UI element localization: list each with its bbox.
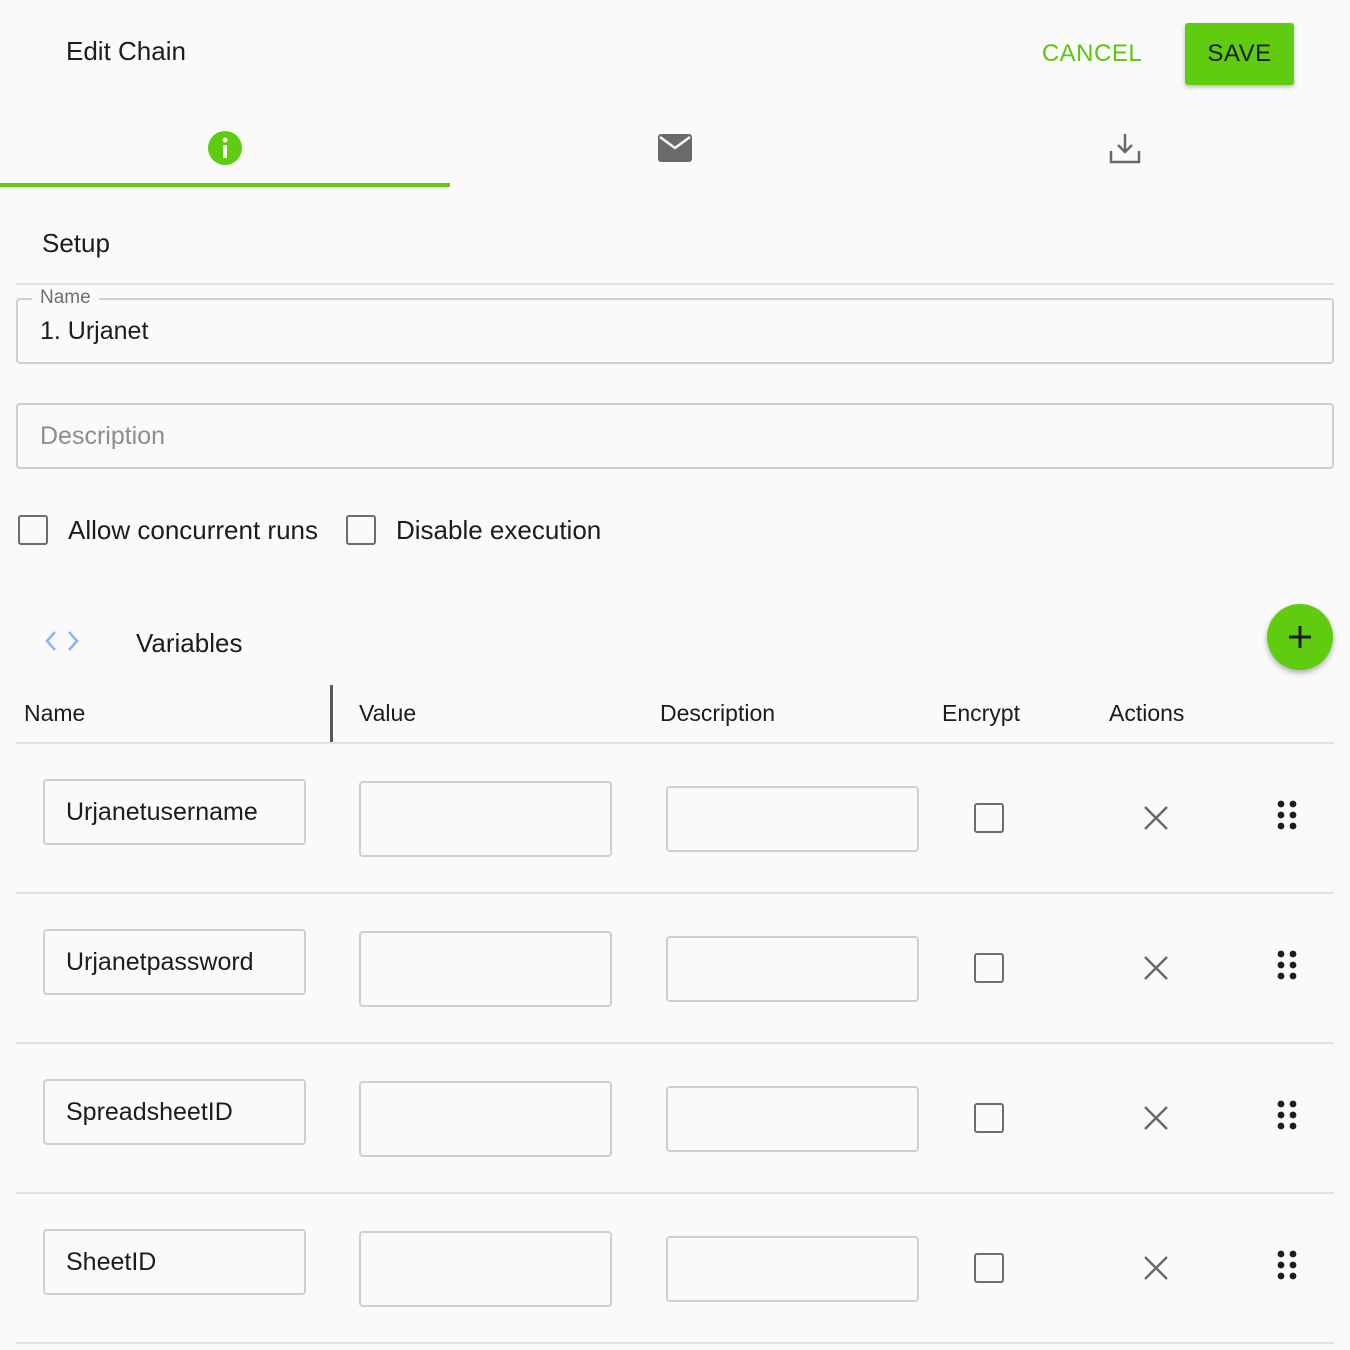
close-icon xyxy=(1144,1106,1168,1130)
variable-description-input[interactable] xyxy=(666,936,919,1002)
description-field xyxy=(16,403,1334,469)
encrypt-checkbox[interactable] xyxy=(974,1253,1004,1283)
table-row xyxy=(16,1194,1334,1344)
code-icon xyxy=(45,631,79,651)
drag-handle-icon xyxy=(1277,950,1297,980)
column-header-actions: Actions xyxy=(1109,700,1185,726)
disable-execution-checkbox[interactable] xyxy=(346,515,376,545)
variable-value-input[interactable] xyxy=(359,1231,612,1307)
variable-name-input[interactable] xyxy=(43,929,306,995)
variable-description-input[interactable] xyxy=(666,1086,919,1152)
delete-variable-button[interactable] xyxy=(1138,1100,1174,1136)
name-input[interactable] xyxy=(40,300,1310,362)
close-icon xyxy=(1144,806,1168,830)
description-input[interactable] xyxy=(40,405,1310,467)
tab-info[interactable] xyxy=(0,108,450,188)
encrypt-checkbox[interactable] xyxy=(974,803,1004,833)
delete-variable-button[interactable] xyxy=(1138,950,1174,986)
variable-name-input[interactable] xyxy=(43,1079,306,1145)
variable-name-input[interactable] xyxy=(43,779,306,845)
variable-name-input[interactable] xyxy=(43,1229,306,1295)
setup-title: Setup xyxy=(42,228,110,258)
disable-execution-option[interactable]: Disable execution xyxy=(346,515,601,546)
table-row xyxy=(16,894,1334,1044)
allow-concurrent-runs-checkbox[interactable] xyxy=(18,515,48,545)
encrypt-checkbox[interactable] xyxy=(974,953,1004,983)
variable-description-input[interactable] xyxy=(666,1236,919,1302)
drag-handle[interactable] xyxy=(1274,948,1300,982)
drag-handle[interactable] xyxy=(1274,1248,1300,1282)
name-field: Name xyxy=(16,287,1334,364)
plus-icon xyxy=(1289,626,1311,648)
variable-value-input[interactable] xyxy=(359,1081,612,1157)
drag-handle-icon xyxy=(1277,1100,1297,1130)
delete-variable-button[interactable] xyxy=(1138,800,1174,836)
save-button[interactable]: SAVE xyxy=(1185,23,1294,85)
dialog-title: Edit Chain xyxy=(66,36,186,66)
variable-value-input[interactable] xyxy=(359,931,612,1007)
drag-handle[interactable] xyxy=(1274,798,1300,832)
setup-divider xyxy=(16,283,1334,285)
close-icon xyxy=(1144,1256,1168,1280)
drag-handle[interactable] xyxy=(1274,1098,1300,1132)
add-variable-button[interactable] xyxy=(1267,604,1333,670)
column-header-description: Description xyxy=(660,700,776,726)
options-row: Allow concurrent runs Disable execution xyxy=(18,512,629,548)
variable-description-input[interactable] xyxy=(666,786,919,852)
column-resize-handle[interactable] xyxy=(330,685,333,742)
disable-execution-label: Disable execution xyxy=(396,514,602,545)
variables-header: Variables xyxy=(0,600,1350,680)
column-header-encrypt: Encrypt xyxy=(942,700,1020,726)
delete-variable-button[interactable] xyxy=(1138,1250,1174,1286)
column-header-value: Value xyxy=(359,700,417,726)
allow-concurrent-runs-label: Allow concurrent runs xyxy=(68,514,318,545)
info-icon xyxy=(208,131,242,165)
column-header-name[interactable]: Name xyxy=(24,700,85,727)
tab-bar xyxy=(0,108,1350,188)
tab-notifications[interactable] xyxy=(450,108,900,188)
drag-handle-icon xyxy=(1277,800,1297,830)
variables-title: Variables xyxy=(136,628,243,658)
active-tab-indicator xyxy=(0,183,450,187)
table-row xyxy=(16,1044,1334,1194)
tab-export[interactable] xyxy=(900,108,1350,188)
encrypt-checkbox[interactable] xyxy=(974,1103,1004,1133)
variable-value-input[interactable] xyxy=(359,781,612,857)
close-icon xyxy=(1144,956,1168,980)
drag-handle-icon xyxy=(1277,1250,1297,1280)
allow-concurrent-runs-option[interactable]: Allow concurrent runs xyxy=(18,515,318,546)
dialog-header: Edit Chain CANCEL SAVE xyxy=(0,0,1350,108)
mail-icon xyxy=(658,134,692,162)
cancel-button[interactable]: CANCEL xyxy=(1030,24,1154,84)
download-icon xyxy=(1109,134,1141,164)
table-row xyxy=(16,744,1334,894)
